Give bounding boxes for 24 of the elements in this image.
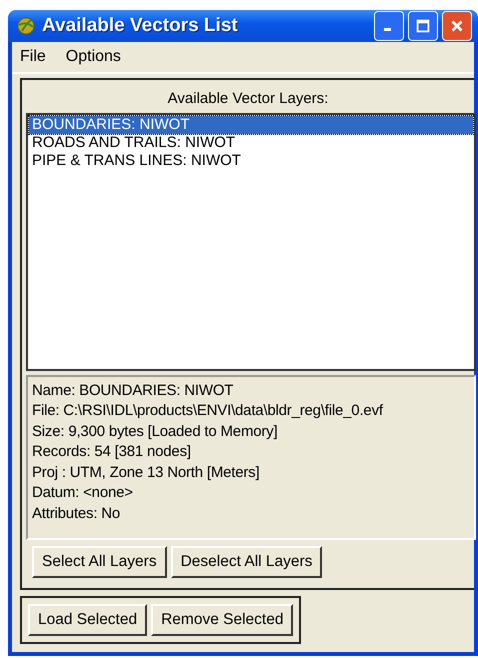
info-line: Attributes: No [32, 504, 122, 524]
info-line: Size: 9,300 bytes [Loaded to Memory] [32, 422, 278, 442]
close-button[interactable] [442, 10, 472, 41]
menu-item[interactable]: File [20, 48, 46, 66]
info-line: File: C:\RSI\IDL\products\ENVI\data\bldr_reg\file_0.evf [32, 401, 384, 421]
info-line: Proj : UTM, Zone 13 North [Meters] [32, 462, 260, 482]
globe-icon [16, 16, 36, 36]
maximize-icon [414, 16, 432, 35]
minimize-icon [384, 28, 390, 32]
layer-button[interactable]: Deselect All Layers [170, 546, 322, 578]
action-button[interactable]: Load Selected [28, 604, 148, 636]
minimize-button[interactable] [374, 10, 404, 41]
menu-item[interactable]: Options [66, 48, 121, 66]
action-button[interactable]: Remove Selected [151, 604, 294, 636]
maximize-button[interactable] [408, 10, 438, 41]
window-title: Available Vectors List [42, 14, 239, 37]
layer-button[interactable]: Select All Layers [32, 546, 167, 578]
layer-item[interactable]: ROADS AND TRAILS: NIWOT [29, 134, 473, 152]
info-line: Name: BOUNDARIES: NIWOT [32, 380, 234, 400]
info-line: Records: 54 [381 nodes] [32, 442, 192, 462]
list-heading: Available Vector Layers: [166, 88, 330, 108]
layer-item[interactable]: PIPE & TRANS LINES: NIWOT [29, 152, 473, 170]
layer-item[interactable]: BOUNDARIES: NIWOT [29, 116, 473, 134]
info-line: Datum: <none> [32, 483, 134, 503]
